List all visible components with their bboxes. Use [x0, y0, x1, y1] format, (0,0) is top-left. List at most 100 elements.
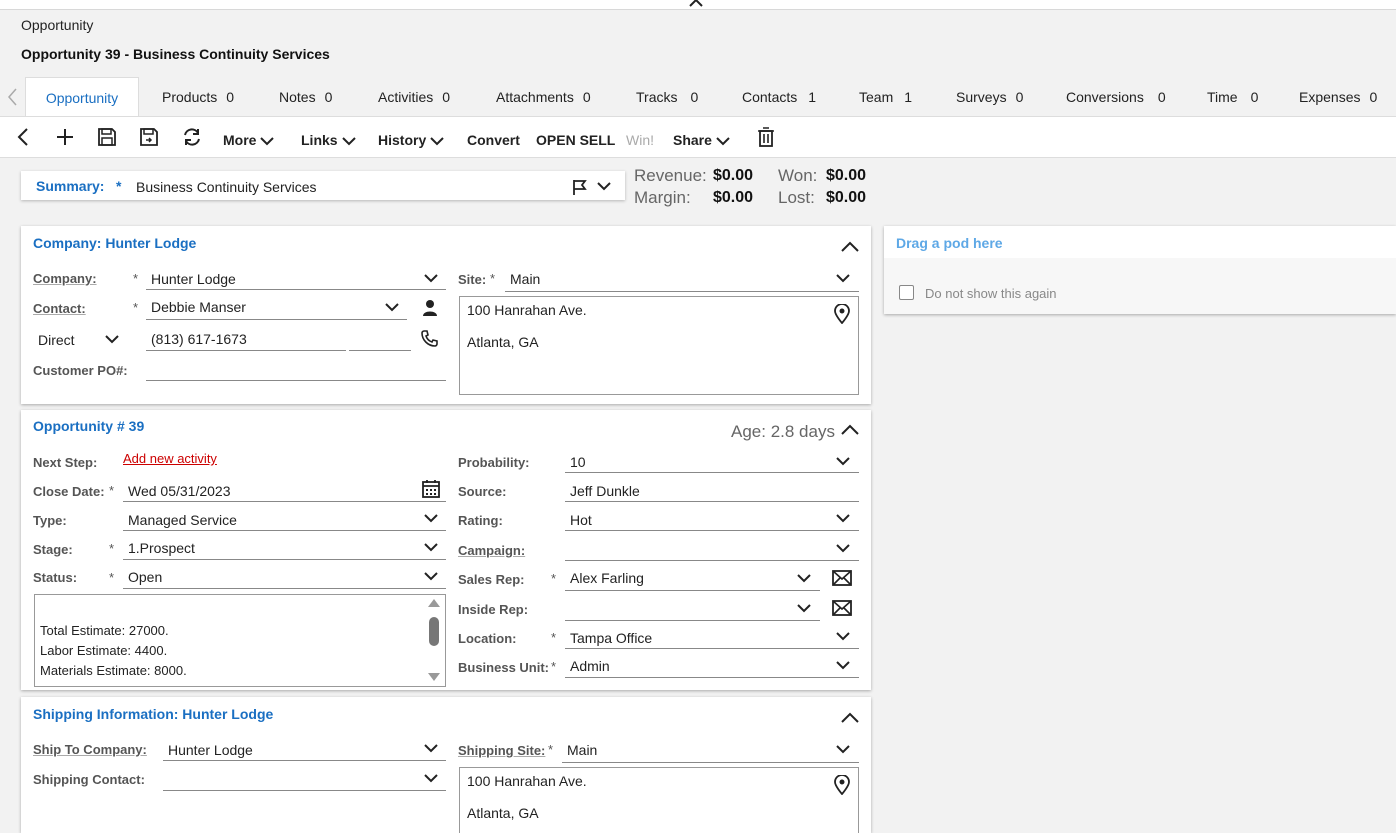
share-menu[interactable]: Share: [673, 132, 730, 148]
tab-products[interactable]: Products 0: [162, 77, 234, 117]
source-input[interactable]: Jeff Dunkle: [570, 483, 640, 499]
business-unit-select[interactable]: Admin: [570, 658, 610, 674]
phone-type-select[interactable]: Direct: [38, 332, 75, 348]
close-date-required: *: [109, 483, 115, 498]
campaign-label[interactable]: Campaign:: [458, 543, 525, 558]
sales-rep-label: Sales Rep:: [458, 572, 525, 587]
shipping-contact-label: Shipping Contact:: [33, 772, 145, 787]
contact-select[interactable]: Debbie Manser: [151, 299, 246, 315]
shipping-map-pin-icon[interactable]: [833, 775, 851, 795]
campaign-chevron-down-icon[interactable]: [836, 544, 850, 553]
phone-input[interactable]: (813) 617-1673: [151, 331, 247, 347]
collapse-company-icon[interactable]: [841, 241, 859, 252]
scroll-down-icon[interactable]: [427, 672, 441, 682]
map-pin-icon[interactable]: [833, 304, 851, 324]
summary-required: *: [116, 178, 122, 194]
summary-field[interactable]: [21, 171, 625, 200]
flag-icon[interactable]: [571, 178, 589, 196]
type-select[interactable]: Managed Service: [128, 512, 237, 528]
stage-chevron-down-icon[interactable]: [424, 543, 438, 552]
tab-conversions[interactable]: Conversions 0: [1066, 77, 1166, 117]
ship-to-company-label[interactable]: Ship To Company:: [33, 742, 147, 757]
source-label: Source:: [458, 484, 507, 499]
links-menu[interactable]: Links: [301, 132, 356, 148]
rating-chevron-down-icon[interactable]: [836, 514, 850, 523]
refresh-icon[interactable]: [181, 126, 203, 148]
do-not-show-checkbox[interactable]: [899, 285, 914, 300]
sales-rep-chevron-down-icon[interactable]: [797, 574, 811, 583]
phone-icon[interactable]: [420, 329, 439, 348]
tab-team[interactable]: Team 1: [859, 77, 912, 117]
save-icon[interactable]: [96, 126, 118, 148]
stage-required: *: [109, 541, 115, 556]
probability-chevron-down-icon[interactable]: [836, 457, 850, 466]
tab-tracks[interactable]: Tracks 0: [636, 77, 698, 117]
company-select[interactable]: Hunter Lodge: [151, 271, 236, 287]
convert-button[interactable]: Convert: [467, 132, 520, 148]
page-title: Opportunity 39 - Business Continuity Ser…: [21, 46, 330, 62]
tab-time[interactable]: Time 0: [1207, 77, 1258, 117]
description-textarea[interactable]: Total Estimate: 27000. Labor Estimate: 4…: [34, 594, 446, 687]
shipping-site-label[interactable]: Shipping Site:: [458, 743, 545, 758]
contact-underline: [146, 319, 407, 320]
tab-contacts[interactable]: Contacts 1: [742, 77, 816, 117]
email-inside-rep-icon[interactable]: [832, 600, 852, 616]
type-chevron-down-icon[interactable]: [424, 514, 438, 523]
tabs-scroll-left-icon[interactable]: [6, 87, 18, 107]
inside-rep-chevron-down-icon[interactable]: [797, 604, 811, 613]
tab-activities[interactable]: Activities 0: [378, 77, 450, 117]
tab-expenses[interactable]: Expenses 0: [1299, 77, 1377, 117]
save-close-icon[interactable]: [138, 126, 160, 148]
contact-label[interactable]: Contact:: [33, 301, 86, 316]
flag-dropdown-chevron-icon[interactable]: [597, 182, 611, 191]
win-button[interactable]: Win!: [626, 132, 654, 148]
collapse-header-icon[interactable]: [688, 0, 704, 8]
customer-po-input[interactable]: [146, 380, 446, 381]
tab-surveys[interactable]: Surveys 0: [956, 77, 1023, 117]
shipping-site-chevron-down-icon[interactable]: [836, 745, 850, 754]
contact-chevron-down-icon[interactable]: [385, 303, 399, 312]
shipping-site-select[interactable]: Main: [567, 742, 597, 758]
add-icon[interactable]: [54, 126, 76, 148]
site-select[interactable]: Main: [510, 271, 540, 287]
phone-type-chevron-down-icon[interactable]: [105, 335, 119, 344]
open-sell-button[interactable]: OPEN SELL: [536, 132, 615, 148]
margin-value: $0.00: [713, 189, 754, 206]
extension-input[interactable]: [349, 350, 411, 351]
site-label: Site:: [458, 272, 487, 287]
more-menu[interactable]: More: [223, 132, 275, 148]
back-icon[interactable]: [13, 126, 35, 148]
calendar-icon[interactable]: [421, 479, 441, 499]
company-address-line1: 100 Hanrahan Ave.: [467, 302, 587, 318]
company-label[interactable]: Company:: [33, 271, 97, 286]
site-chevron-down-icon[interactable]: [836, 274, 850, 283]
location-chevron-down-icon[interactable]: [836, 632, 850, 641]
trash-icon[interactable]: [755, 126, 777, 148]
business-unit-chevron-down-icon[interactable]: [836, 661, 850, 670]
status-select[interactable]: Open: [128, 569, 162, 585]
company-chevron-down-icon[interactable]: [424, 274, 438, 283]
tab-notes[interactable]: Notes 0: [279, 77, 332, 117]
close-date-input[interactable]: Wed 05/31/2023: [128, 483, 231, 499]
site-underline: [505, 291, 859, 292]
status-chevron-down-icon[interactable]: [424, 572, 438, 581]
email-sales-rep-icon[interactable]: [832, 570, 852, 586]
ship-to-company-chevron-down-icon[interactable]: [424, 744, 438, 753]
rating-select[interactable]: Hot: [570, 512, 592, 528]
probability-select[interactable]: 10: [570, 454, 586, 470]
shipping-contact-chevron-down-icon[interactable]: [424, 774, 438, 783]
tab-attachments[interactable]: Attachments 0: [496, 77, 591, 117]
description-scrollbar-thumb[interactable]: [429, 617, 439, 646]
person-icon[interactable]: [421, 299, 439, 317]
ship-to-company-select[interactable]: Hunter Lodge: [168, 742, 253, 758]
location-select[interactable]: Tampa Office: [570, 630, 652, 646]
collapse-opportunity-icon[interactable]: [841, 424, 859, 435]
add-new-activity-link[interactable]: Add new activity: [123, 451, 217, 466]
stage-select[interactable]: 1.Prospect: [128, 540, 195, 556]
scroll-up-icon[interactable]: [427, 598, 441, 608]
summary-value[interactable]: Business Continuity Services: [136, 179, 317, 195]
collapse-shipping-icon[interactable]: [841, 712, 859, 723]
tab-opportunity[interactable]: Opportunity: [25, 77, 139, 117]
sales-rep-select[interactable]: Alex Farling: [570, 570, 644, 586]
history-menu[interactable]: History: [378, 132, 444, 148]
